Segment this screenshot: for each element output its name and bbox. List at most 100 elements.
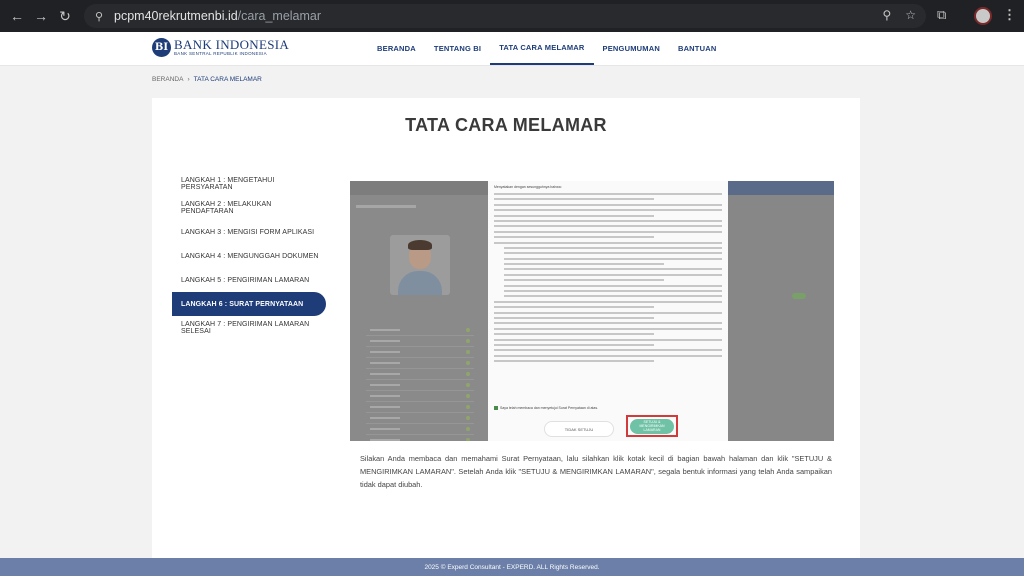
screenshot-crumb [356,205,416,208]
browser-toolbar: ← → ↻ ⚲ pcpm40rekrutmenbi.id/cara_melama… [0,0,1024,32]
checklist-row [366,336,474,347]
step-3[interactable]: LANGKAH 3 : MENGISI FORM APLIKASI [172,220,326,244]
checklist-row [366,391,474,402]
text-line [494,306,654,309]
extensions-icon[interactable]: ⧉ [937,7,946,23]
text-line [494,203,722,206]
back-arrow-icon[interactable]: ← [8,7,26,25]
checklist-row [366,358,474,369]
screenshot-checklist [366,325,474,441]
text-line [504,284,722,287]
text-line [494,322,722,325]
text-line [504,290,722,293]
bookmark-star-icon[interactable]: ☆ [905,8,916,22]
url-path: /cara_melamar [237,9,322,23]
checklist-row [366,435,474,441]
main-navigation: BERANDA TENTANG BI TATA CARA MELAMAR PEN… [368,32,725,65]
logo-text: BANK INDONESIA BANK SENTRAL REPUBLIK IND… [174,38,289,57]
checklist-row [366,413,474,424]
text-line [494,198,654,201]
step-6[interactable]: LANGKAH 6 : SURAT PERNYATAAN [172,292,326,316]
step-screenshot-image: Menyatakan dengan sesungguhnya bahwa: Sa… [350,181,834,441]
screenshot-pill [792,293,806,299]
text-line [504,279,664,282]
checklist-row [366,380,474,391]
forward-arrow-icon[interactable]: → [32,7,50,25]
step-4[interactable]: LANGKAH 4 : MENGUNGGAH DOKUMEN [172,244,326,268]
zoom-icon[interactable]: ⚲ [882,8,891,22]
reload-icon[interactable]: ↻ [56,7,74,25]
text-line [494,333,654,336]
screenshot-background-right [728,181,834,441]
steps-menu: LANGKAH 1 : MENGETAHUI PERSYARATAN LANGK… [172,172,326,340]
text-line [494,354,722,357]
text-line [504,263,664,266]
site-info-icon[interactable]: ⚲ [92,9,106,23]
text-line [494,360,654,363]
step-5[interactable]: LANGKAH 5 : PENGIRIMAN LAMARAN [172,268,326,292]
text-line [504,295,722,298]
agree-checkbox-label: Saya telah membaca dan menyetujui Surat … [500,406,599,410]
breadcrumb-home[interactable]: BERANDA [152,76,183,83]
checklist-row [366,325,474,336]
text-line [494,338,722,341]
step-7[interactable]: LANGKAH 7 : PENGIRIMAN LAMARAN SELESAI [172,316,326,340]
photo-body [398,271,442,295]
profile-photo [390,235,450,295]
screenshot-topbar [728,181,834,195]
agree-checkbox: Saya telah membaca dan menyetujui Surat … [494,406,598,410]
bi-emblem-icon: BI [152,38,171,57]
nav-pengumuman[interactable]: PENGUMUMAN [594,32,669,65]
text-line [494,193,722,195]
nav-tata-cara-melamar[interactable]: TATA CARA MELAMAR [490,32,594,65]
address-bar[interactable]: ⚲ pcpm40rekrutmenbi.id/cara_melamar ⚲ ☆ [84,4,926,28]
text-line [494,236,654,239]
site-footer: 2025 © Experd Consultant - EXPERD. ALL R… [0,558,1024,576]
breadcrumb-current: TATA CARA MELAMAR [193,76,262,83]
text-line [494,225,722,228]
checklist-row [366,369,474,380]
nav-tentang-bi[interactable]: TENTANG BI [425,32,490,65]
screenshot-background-left [350,195,488,441]
site-header: BI BANK INDONESIA BANK SENTRAL REPUBLIK … [0,32,1024,66]
profile-avatar[interactable] [974,7,992,25]
step-description: Silakan Anda membaca dan memahami Surat … [360,454,832,489]
checklist-row [366,402,474,413]
breadcrumb-separator-icon: › [187,76,190,83]
statement-modal: Menyatakan dengan sesungguhnya bahwa: Sa… [488,181,728,441]
text-line [494,241,722,244]
breadcrumb: BERANDA › TATA CARA MELAMAR [152,76,262,83]
step-1[interactable]: LANGKAH 1 : MENGETAHUI PERSYARATAN [172,172,326,196]
text-line [504,252,722,255]
agree-submit-button: SETUJU & MENGIRIMKAN LAMARAN [630,418,674,434]
disagree-button: TIDAK SETUJU [544,421,614,437]
browser-menu-icon[interactable]: ⋮ [1003,7,1016,23]
url-domain: pcpm40rekrutmenbi.id [114,9,238,23]
page-title: TATA CARA MELAMAR [405,115,607,135]
text-line [494,327,722,330]
bank-indonesia-logo[interactable]: BI BANK INDONESIA BANK SENTRAL REPUBLIK … [152,38,289,57]
text-line [494,316,654,319]
text-line [494,219,722,222]
checklist-row [366,347,474,358]
modal-intro: Menyatakan dengan sesungguhnya bahwa: [494,185,562,189]
text-line [494,230,722,233]
modal-statement-lines [494,193,722,366]
text-line [504,268,722,271]
logo-name: BANK INDONESIA [174,37,290,52]
text-line [504,257,722,260]
step-2[interactable]: LANGKAH 2 : MELAKUKAN PENDAFTARAN [172,196,326,220]
text-line [504,246,722,249]
url-text[interactable]: pcpm40rekrutmenbi.id/cara_melamar [114,9,321,23]
content-card: TATA CARA MELAMAR LANGKAH 1 : MENGETAHUI… [152,98,860,560]
photo-hair [408,240,432,250]
checklist-row [366,424,474,435]
nav-beranda[interactable]: BERANDA [368,32,425,65]
text-line [494,343,654,346]
nav-bantuan[interactable]: BANTUAN [669,32,725,65]
text-line [494,349,722,352]
text-line [494,311,722,314]
text-line [494,209,722,212]
checkbox-checked-icon [494,406,498,410]
text-line [494,214,654,217]
